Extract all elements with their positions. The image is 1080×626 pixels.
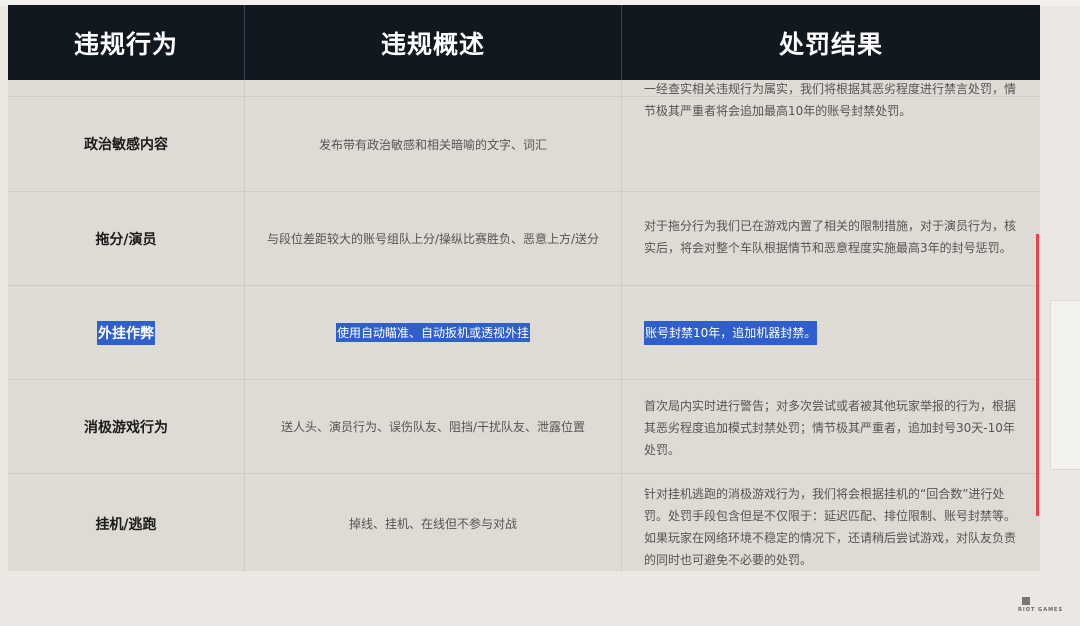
summary-cell: 与段位差距较大的账号组队上分/操纵比赛胜负、恶意上方/送分: [245, 192, 622, 285]
header-result: 处罚结果: [778, 29, 883, 59]
result-line: 实后，将会对整个车队根据情节和恶意程度实施最高3年的封号惩罚。: [644, 241, 1012, 255]
result-cell: 首次局内实时进行警告；对多次尝试或者被其他玩家举报的行为，根据 其恶劣程度追加模…: [622, 380, 1040, 473]
table-row: 拖分/演员 与段位差距较大的账号组队上分/操纵比赛胜负、恶意上方/送分 对于拖分…: [8, 191, 1040, 285]
summary-cell: 使用自动瞄准、自动扳机或透视外挂: [245, 286, 622, 379]
result-cell: 针对挂机逃跑的消极游戏行为，我们将会根据挂机的“回合数”进行处 罚。处罚手段包含…: [622, 474, 1040, 571]
side-panel-edge: [1050, 300, 1080, 470]
logo-mark-icon: [1022, 597, 1030, 605]
table-row: 消极游戏行为 送人头、演员行为、误伤队友、阻挡/干扰队友、泄露位置 首次局内实时…: [8, 379, 1040, 473]
result-line: 节极其严重者将会追加最高10年的账号封禁处罚。: [644, 104, 912, 118]
behavior-cell: 政治敏感内容: [8, 97, 245, 191]
summary-cell: 发布带有政治敏感和相关暗喻的文字、词汇: [245, 97, 622, 191]
result-line: 对于拖分行为我们已在游戏内置了相关的限制措施，对于演员行为，核: [644, 219, 1017, 233]
behavior-cell: 外挂作弊: [8, 286, 245, 379]
scrollbar-indicator[interactable]: [1036, 234, 1039, 516]
header-behavior: 违规行为: [8, 5, 245, 80]
result-line: 罚。处罚手段包含但是不仅限于：延迟匹配、排位限制、账号封禁等。: [644, 509, 1017, 523]
result-line: 其恶劣程度追加模式封禁处罚；情节极其严重者，追加封号30天-10年: [644, 421, 1015, 435]
riot-games-logo: RIOT GAMES: [1018, 597, 1068, 613]
behavior-cell: 挂机/逃跑: [8, 474, 245, 571]
penalty-table: 违规行为 违规概述 处罚结果 政治敏感内容 发布带有政治敏感和相关暗喻的文字、词…: [8, 5, 1040, 571]
result-line: 的同时也可避免不必要的处罚。: [644, 553, 813, 567]
result-line: 处罚。: [644, 443, 681, 457]
result-line: 针对挂机逃跑的消极游戏行为，我们将会根据挂机的“回合数”进行处: [644, 487, 1005, 501]
result-line: 一经查实相关违规行为属实，我们将根据其恶劣程度进行禁言处罚，情: [644, 82, 1017, 96]
result-cell: 账号封禁10年，追加机器封禁。: [622, 286, 1040, 379]
table-row-selected: 外挂作弊 使用自动瞄准、自动扳机或透视外挂 账号封禁10年，追加机器封禁。: [8, 285, 1040, 379]
logo-text: RIOT GAMES: [1018, 607, 1064, 613]
result-cell: 对于拖分行为我们已在游戏内置了相关的限制措施，对于演员行为，核 实后，将会对整个…: [622, 192, 1040, 285]
table-header: 违规行为 违规概述 处罚结果: [8, 5, 1040, 80]
summary-cell: 掉线、挂机、在线但不参与对战: [245, 474, 622, 571]
result-line: 如果玩家在网络环境不稳定的情况下，还请稍后尝试游戏，对队友负责: [644, 531, 1017, 545]
header-summary: 违规概述: [245, 5, 622, 80]
behavior-cell: 拖分/演员: [8, 192, 245, 285]
summary-cell: 送人头、演员行为、误伤队友、阻挡/干扰队友、泄露位置: [245, 380, 622, 473]
result-line: 首次局内实时进行警告；对多次尝试或者被其他玩家举报的行为，根据: [644, 399, 1017, 413]
behavior-cell: 消极游戏行为: [8, 380, 245, 473]
table-row: 挂机/逃跑 掉线、挂机、在线但不参与对战 针对挂机逃跑的消极游戏行为，我们将会根…: [8, 473, 1040, 571]
